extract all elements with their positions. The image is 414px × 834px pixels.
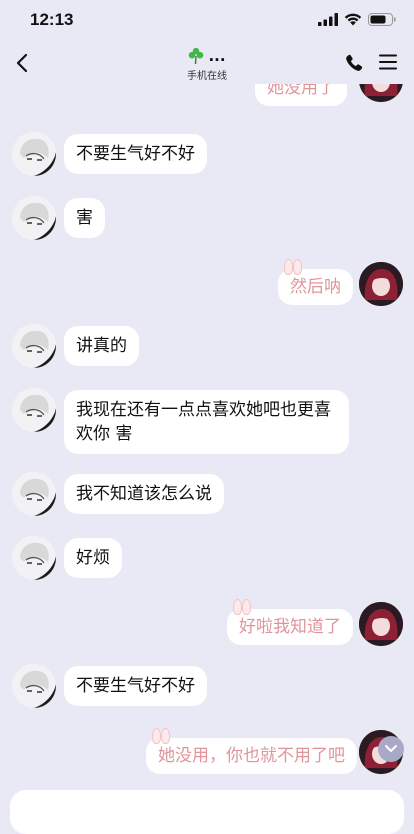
message-bubble-right[interactable]: 她没用，你也就不用了吧 [146, 728, 357, 774]
message-input[interactable] [10, 790, 404, 834]
contact-name: ... [208, 47, 226, 65]
message-bubble-left[interactable]: 我现在还有一点点喜欢她吧也更喜欢你 害 [64, 390, 349, 454]
bunny-ear-decoration [161, 728, 170, 744]
avatar-contact-icon [12, 536, 56, 580]
message-row: 不要生气好不好 [0, 664, 414, 712]
avatar-contact[interactable] [12, 196, 56, 240]
avatar-contact[interactable] [12, 664, 56, 708]
chat-header: ... 手机在线 [0, 44, 414, 84]
message-text: 我不知道该怎么说 [76, 484, 212, 504]
message-text: 不要生气好不好 [76, 144, 195, 164]
scroll-to-bottom-button[interactable] [378, 736, 404, 762]
avatar-self-icon [359, 262, 403, 306]
message-bubble-left[interactable]: 讲真的 [64, 326, 139, 366]
bunny-ear-decoration [233, 599, 242, 615]
message-bubble-right[interactable]: 她没用了 [255, 84, 347, 106]
message-row: 不要生气好不好 [0, 132, 414, 180]
bunny-ear-decoration [152, 728, 161, 744]
message-row: 害 [0, 196, 414, 244]
battery-icon [368, 13, 396, 26]
message-text: 害 [76, 208, 93, 228]
message-bubble-right[interactable]: 然后呐 [278, 259, 353, 305]
menu-icon [379, 54, 397, 70]
chat-area[interactable]: 她没用了 不要生气好不好 害 然后呐 讲真的 我现在还有一点点喜欢她吧也更喜欢你… [0, 84, 414, 784]
call-button[interactable] [344, 53, 364, 73]
message-row: 我不知道该怎么说 [0, 472, 414, 520]
message-text: 好啦我知道了 [239, 617, 341, 637]
avatar-contact[interactable] [12, 388, 56, 432]
message-text: 不要生气好不好 [76, 676, 195, 696]
bunny-ear-decoration [242, 599, 251, 615]
signal-icon [318, 13, 338, 26]
avatar-self-icon [359, 602, 403, 646]
status-bar: 12:13 [0, 0, 414, 44]
avatar-self[interactable] [359, 602, 403, 646]
message-row: 好啦我知道了 [0, 599, 414, 648]
clover-icon [189, 47, 204, 65]
message-row: 讲真的 [0, 324, 414, 372]
menu-button[interactable] [378, 53, 400, 73]
phone-icon [346, 54, 363, 71]
message-bubble-left[interactable]: 害 [64, 198, 105, 238]
avatar-contact-icon [12, 132, 56, 176]
bunny-ear-decoration [284, 259, 293, 275]
message-text: 我现在还有一点点喜欢她吧也更喜欢你 害 [76, 400, 331, 444]
message-text: 然后呐 [290, 277, 341, 297]
message-row: 她没用，你也就不用了吧 [0, 728, 414, 776]
avatar-contact-icon [12, 388, 56, 432]
message-bubble-left[interactable]: 不要生气好不好 [64, 666, 207, 706]
avatar-self[interactable] [359, 262, 403, 306]
chevron-down-icon [385, 745, 397, 752]
avatar-contact-icon [12, 324, 56, 368]
message-row: 我现在还有一点点喜欢她吧也更喜欢你 害 [0, 388, 414, 456]
bunny-ear-decoration [293, 259, 302, 275]
avatar-contact-icon [12, 196, 56, 240]
message-bubble-left[interactable]: 我不知道该怎么说 [64, 474, 224, 514]
message-row: 好烦 [0, 536, 414, 584]
avatar-contact[interactable] [12, 536, 56, 580]
message-row: 她没用了 [0, 84, 414, 110]
status-icons [318, 13, 396, 26]
avatar-contact[interactable] [12, 132, 56, 176]
message-text: 好烦 [76, 548, 110, 568]
message-bubble-right[interactable]: 好啦我知道了 [227, 599, 353, 645]
avatar-self-icon [359, 84, 403, 102]
message-text: 她没用，你也就不用了吧 [158, 746, 345, 766]
avatar-contact[interactable] [12, 472, 56, 516]
avatar-self[interactable] [359, 84, 403, 102]
message-row: 然后呐 [0, 259, 414, 308]
online-status: 手机在线 [187, 71, 227, 82]
avatar-contact-icon [12, 664, 56, 708]
message-bubble-left[interactable]: 好烦 [64, 538, 122, 578]
message-bubble-left[interactable]: 不要生气好不好 [64, 134, 207, 174]
wifi-icon [344, 13, 362, 26]
message-text: 讲真的 [76, 336, 127, 356]
avatar-contact[interactable] [12, 324, 56, 368]
avatar-contact-icon [12, 472, 56, 516]
status-time: 12:13 [30, 10, 74, 29]
message-text: 她没用了 [267, 84, 335, 98]
